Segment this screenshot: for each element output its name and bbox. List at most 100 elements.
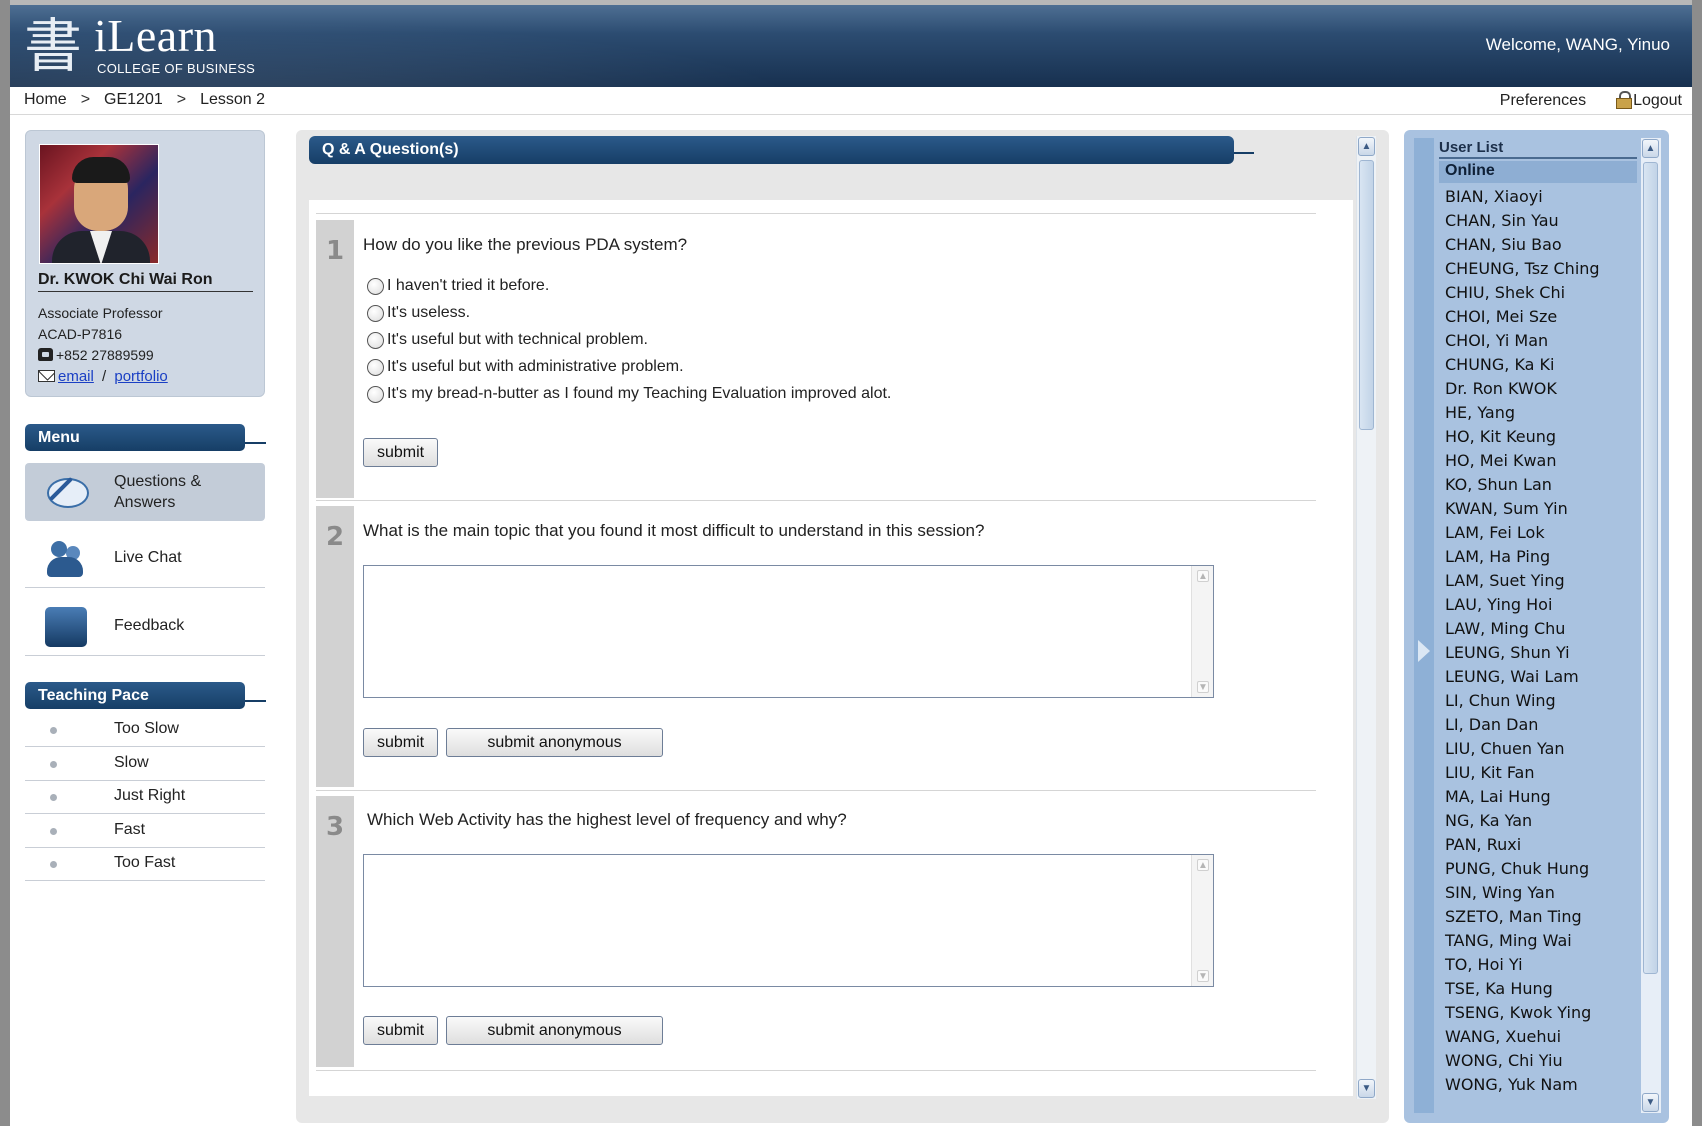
user-list-item[interactable]: PUNG, Chuk Hung bbox=[1445, 857, 1600, 881]
radio-button[interactable] bbox=[367, 304, 384, 322]
pace-option-fast[interactable]: Fast bbox=[25, 815, 265, 848]
mail-icon bbox=[38, 370, 55, 382]
breadcrumb-lesson[interactable]: Lesson 2 bbox=[200, 91, 265, 109]
menu-item-questions-answers[interactable]: Questions & Answers bbox=[25, 463, 265, 521]
submit-anonymous-button[interactable]: submit anonymous bbox=[446, 728, 663, 757]
submit-anonymous-button[interactable]: submit anonymous bbox=[446, 1016, 663, 1045]
radio-button[interactable] bbox=[367, 331, 384, 349]
chevron-down-icon[interactable]: ▼ bbox=[1197, 681, 1209, 693]
radio-button[interactable] bbox=[367, 385, 384, 403]
user-list-item[interactable]: NG, Ka Yan bbox=[1445, 809, 1600, 833]
lock-icon bbox=[1616, 91, 1633, 109]
chevron-up-icon[interactable]: ▲ bbox=[1197, 570, 1209, 582]
answer-option-5[interactable]: It's my bread-n-butter as I found my Tea… bbox=[367, 385, 891, 403]
app-header: 書 iLearn COLLEGE OF BUSINESS Welcome, WA… bbox=[10, 5, 1692, 87]
online-group-header[interactable]: Online bbox=[1439, 161, 1637, 183]
user-list-item[interactable]: TSENG, Kwok Ying bbox=[1445, 1001, 1600, 1025]
user-list-item[interactable]: LAW, Ming Chu bbox=[1445, 617, 1600, 641]
instructor-room: ACAD-P7816 bbox=[38, 326, 123, 342]
chevron-up-icon[interactable]: ▲ bbox=[1197, 859, 1209, 871]
user-list-item[interactable]: HE, Yang bbox=[1445, 401, 1600, 425]
user-list-item[interactable]: SIN, Wing Yan bbox=[1445, 881, 1600, 905]
user-list-item[interactable]: KO, Shun Lan bbox=[1445, 473, 1600, 497]
radio-button[interactable] bbox=[367, 277, 384, 295]
submit-button[interactable]: submit bbox=[363, 1016, 438, 1045]
pace-option-too-slow[interactable]: Too Slow bbox=[25, 714, 265, 747]
menu-item-live-chat[interactable]: Live Chat bbox=[25, 530, 265, 588]
scroll-down-icon[interactable]: ▼ bbox=[1358, 1079, 1375, 1098]
user-list-item[interactable]: LAM, Suet Ying bbox=[1445, 569, 1600, 593]
portfolio-link[interactable]: portfolio bbox=[114, 368, 167, 385]
answer-option-2[interactable]: It's useless. bbox=[367, 304, 470, 322]
user-list-item[interactable]: CHAN, Siu Bao bbox=[1445, 233, 1600, 257]
instructor-phone-row: +852 27889599 bbox=[38, 347, 154, 363]
submit-button[interactable]: submit bbox=[363, 438, 438, 467]
logout-link[interactable]: Logout bbox=[1616, 91, 1682, 110]
breadcrumb-home[interactable]: Home bbox=[24, 91, 67, 109]
user-list-item[interactable]: KWAN, Sum Yin bbox=[1445, 497, 1600, 521]
question-divider bbox=[316, 213, 1316, 214]
user-list-item[interactable]: TO, Hoi Yi bbox=[1445, 953, 1600, 977]
welcome-message: Welcome, WANG, Yinuo bbox=[1485, 35, 1670, 54]
answer-option-4[interactable]: It's useful but with administrative prob… bbox=[367, 358, 684, 376]
radio-button[interactable] bbox=[367, 358, 384, 376]
user-list-item[interactable]: HO, Kit Keung bbox=[1445, 425, 1600, 449]
question-number-column: 1 bbox=[316, 220, 354, 498]
qa-question-list[interactable]: 1 How do you like the previous PDA syste… bbox=[309, 200, 1353, 1096]
user-list-item[interactable]: LEUNG, Wai Lam bbox=[1445, 665, 1600, 689]
user-list-item[interactable]: CHOI, Mei Sze bbox=[1445, 305, 1600, 329]
user-list-item[interactable]: BIAN, Xiaoyi bbox=[1445, 185, 1600, 209]
user-list-item[interactable]: HO, Mei Kwan bbox=[1445, 449, 1600, 473]
chevron-down-icon[interactable]: ▼ bbox=[1197, 970, 1209, 982]
scrollbar-thumb[interactable] bbox=[1643, 162, 1658, 974]
user-list-item[interactable]: LIU, Kit Fan bbox=[1445, 761, 1600, 785]
scroll-down-icon[interactable]: ▼ bbox=[1642, 1093, 1659, 1112]
user-list-item[interactable]: MA, Lai Hung bbox=[1445, 785, 1600, 809]
menu-heading: Menu bbox=[25, 424, 245, 451]
scroll-up-icon[interactable]: ▲ bbox=[1358, 137, 1375, 156]
user-list-item[interactable]: SZETO, Man Ting bbox=[1445, 905, 1600, 929]
pace-option-slow[interactable]: Slow bbox=[25, 748, 265, 781]
user-list-item[interactable]: CHEUNG, Tsz Ching bbox=[1445, 257, 1600, 281]
submit-button[interactable]: submit bbox=[363, 728, 438, 757]
preferences-link[interactable]: Preferences bbox=[1500, 92, 1586, 110]
answer-textarea[interactable]: ▲ ▼ bbox=[363, 854, 1214, 987]
textarea-scrollbar[interactable]: ▲ ▼ bbox=[1191, 855, 1213, 986]
answer-textarea[interactable]: ▲ ▼ bbox=[363, 565, 1214, 698]
user-list-item[interactable]: WONG, Yuk Nam bbox=[1445, 1073, 1600, 1097]
user-list-item[interactable]: CHAN, Sin Yau bbox=[1445, 209, 1600, 233]
breadcrumb-separator: > bbox=[176, 91, 187, 108]
user-list-item[interactable]: TANG, Ming Wai bbox=[1445, 929, 1600, 953]
scroll-up-icon[interactable]: ▲ bbox=[1642, 139, 1659, 158]
user-list-item[interactable]: CHOI, Yi Man bbox=[1445, 329, 1600, 353]
pace-option-too-fast[interactable]: Too Fast bbox=[25, 848, 265, 881]
user-list-item[interactable]: LAM, Ha Ping bbox=[1445, 545, 1600, 569]
menu-item-feedback[interactable]: Feedback bbox=[25, 598, 265, 656]
user-list-item[interactable]: LAM, Fei Lok bbox=[1445, 521, 1600, 545]
user-list-item[interactable]: LEUNG, Shun Yi bbox=[1445, 641, 1600, 665]
answer-option-3[interactable]: It's useful but with technical problem. bbox=[367, 331, 648, 349]
user-list-item[interactable]: TSE, Ka Hung bbox=[1445, 977, 1600, 1001]
user-list-item[interactable]: CHUNG, Ka Ki bbox=[1445, 353, 1600, 377]
user-list-scrollbar[interactable]: ▲ ▼ bbox=[1641, 138, 1661, 1113]
user-list-item[interactable]: LIU, Chuen Yan bbox=[1445, 737, 1600, 761]
expand-arrow-icon[interactable] bbox=[1418, 640, 1430, 662]
user-list-item[interactable]: WONG, Chi Yiu bbox=[1445, 1049, 1600, 1073]
user-list-item[interactable]: LI, Dan Dan bbox=[1445, 713, 1600, 737]
collapse-panel-handle[interactable] bbox=[1414, 138, 1434, 1113]
pace-option-just-right[interactable]: Just Right bbox=[25, 781, 265, 814]
email-link[interactable]: email bbox=[58, 368, 94, 385]
user-list-item[interactable]: CHIU, Shek Chi bbox=[1445, 281, 1600, 305]
app-logo-title[interactable]: iLearn bbox=[94, 11, 217, 61]
qa-scrollbar[interactable]: ▲ ▼ bbox=[1356, 136, 1376, 1099]
college-logo-icon[interactable]: 書 bbox=[24, 11, 82, 81]
user-list-item[interactable]: PAN, Ruxi bbox=[1445, 833, 1600, 857]
user-list-item[interactable]: Dr. Ron KWOK bbox=[1445, 377, 1600, 401]
answer-option-1[interactable]: I haven't tried it before. bbox=[367, 277, 549, 295]
scrollbar-thumb[interactable] bbox=[1359, 160, 1374, 430]
user-list-item[interactable]: LAU, Ying Hoi bbox=[1445, 593, 1600, 617]
textarea-scrollbar[interactable]: ▲ ▼ bbox=[1191, 566, 1213, 697]
breadcrumb-course[interactable]: GE1201 bbox=[104, 91, 163, 109]
user-list-item[interactable]: WANG, Xuehui bbox=[1445, 1025, 1600, 1049]
user-list-item[interactable]: LI, Chun Wing bbox=[1445, 689, 1600, 713]
